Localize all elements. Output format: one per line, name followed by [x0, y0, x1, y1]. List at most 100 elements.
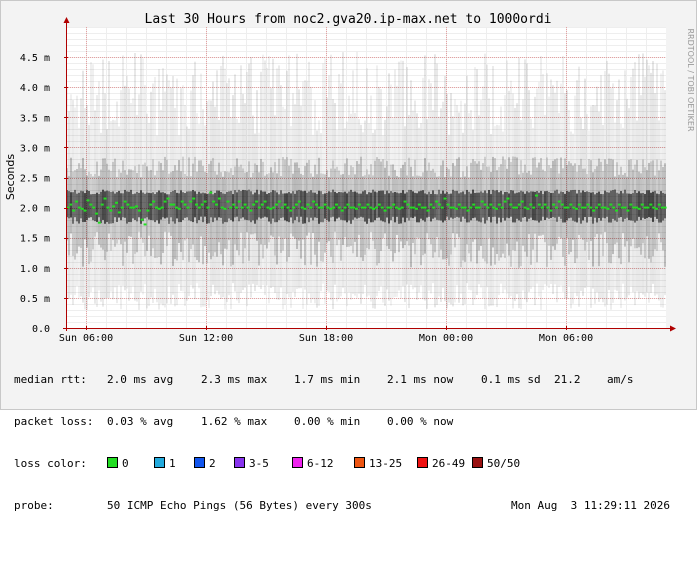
- median-point: [532, 206, 536, 209]
- median-point: [603, 206, 607, 209]
- y-tick-label: 4.0 m: [20, 83, 50, 94]
- smoke-core: [250, 191, 252, 223]
- median-point: [546, 206, 550, 209]
- smoke-core: [366, 194, 368, 224]
- median-point: [643, 206, 647, 209]
- smoke-core: [664, 193, 666, 219]
- smoke-core: [626, 193, 628, 218]
- median-point: [272, 206, 276, 209]
- median-point: [75, 200, 78, 203]
- x-axis-arrow: [670, 325, 676, 332]
- smoke-core: [466, 189, 468, 223]
- smoke-core: [526, 191, 528, 222]
- median-point: [315, 203, 318, 206]
- median-point: [329, 207, 333, 210]
- loss-color-item: 1: [154, 457, 176, 471]
- smoke-core: [638, 191, 640, 217]
- smoke-core: [212, 194, 214, 223]
- smoke-core: [254, 192, 256, 224]
- loss-color-item: 13-25: [354, 457, 402, 471]
- packet-loss-label: packet loss:: [14, 415, 94, 428]
- smoke-core: [646, 190, 648, 219]
- smoke-core: [502, 194, 504, 218]
- median-point: [249, 209, 253, 212]
- median-point: [186, 206, 190, 209]
- median-point: [652, 206, 656, 209]
- smoke-core: [540, 190, 542, 221]
- smoke-core: [520, 190, 522, 222]
- median-point: [120, 206, 124, 209]
- loss-color-swatch: [354, 457, 365, 468]
- median-point: [440, 206, 444, 209]
- median-point: [555, 206, 558, 209]
- smoke-core: [110, 191, 112, 224]
- median-point: [235, 206, 238, 209]
- y-tick-label: 0.5 m: [20, 294, 50, 305]
- x-tick-label: Sun 18:00: [299, 333, 353, 344]
- median-point: [103, 197, 107, 200]
- smoke-core: [432, 190, 434, 219]
- smoke-core: [630, 193, 632, 221]
- median-point: [529, 203, 533, 206]
- smoke-core: [582, 190, 584, 221]
- smoke-core: [558, 193, 560, 217]
- median-point: [600, 206, 604, 209]
- median-point: [309, 206, 313, 209]
- median-point: [509, 203, 513, 206]
- median-point: [592, 209, 596, 212]
- smoke-core: [72, 192, 74, 224]
- smoke-core: [256, 189, 258, 220]
- median-point: [203, 200, 207, 203]
- smoke-core: [326, 192, 328, 221]
- median-point: [383, 209, 387, 212]
- median-point: [269, 207, 273, 210]
- smoke-core: [276, 192, 278, 223]
- x-tick-label: Sun 12:00: [179, 333, 233, 344]
- median-point: [97, 221, 101, 224]
- median-point: [360, 206, 364, 209]
- smoke-mid: [258, 172, 260, 266]
- smoke-core: [436, 194, 438, 220]
- smoke-core: [434, 194, 436, 218]
- median-point: [263, 200, 267, 203]
- median-point: [397, 207, 401, 210]
- smoke-core: [442, 190, 444, 223]
- smoke-core: [354, 191, 356, 218]
- smoke-core: [414, 192, 416, 217]
- median-point: [289, 209, 293, 212]
- smoke-mid: [460, 177, 462, 268]
- median-point: [375, 206, 378, 209]
- median-point: [77, 206, 81, 209]
- packet-loss-avg: 0.03 % avg: [107, 415, 174, 428]
- smoke-outer: [250, 57, 252, 298]
- smoke-core: [142, 192, 144, 222]
- median-point: [312, 200, 316, 203]
- median-point: [617, 203, 621, 206]
- median-point: [217, 197, 221, 200]
- smoke-core: [304, 190, 306, 224]
- smoke-core: [118, 190, 120, 218]
- y-tick-label: 2.5 m: [20, 174, 50, 185]
- y-tick-labels: 0.0 0.5 m 1.0 m 1.5 m 2.0 m 2.5 m 3.0 m 3.5 m 4.…: [20, 53, 50, 335]
- median-point: [537, 203, 541, 206]
- median-point: [409, 206, 413, 209]
- median-point: [123, 200, 127, 203]
- x-tick-label: Sun 06:00: [59, 333, 113, 344]
- median-point: [209, 191, 213, 194]
- median-point: [457, 203, 461, 206]
- smoke-core: [90, 194, 92, 218]
- y-tick-label: 3.5 m: [20, 113, 50, 124]
- smoke-core: [516, 192, 518, 219]
- smoke-core: [82, 191, 84, 223]
- median-point: [220, 206, 224, 209]
- median-point: [372, 207, 376, 210]
- smoke-core: [454, 190, 456, 218]
- smoke-core: [340, 192, 342, 220]
- median-point: [503, 200, 507, 203]
- smoke-core: [196, 193, 198, 224]
- median-point: [466, 209, 470, 212]
- loss-color-row: loss color: 0 1 2 3-5 6-12 13-25 26-49 50/50: [14, 457, 684, 471]
- median-point: [517, 203, 521, 206]
- smoke-core: [504, 191, 506, 221]
- loss-color-swatch: [107, 457, 118, 468]
